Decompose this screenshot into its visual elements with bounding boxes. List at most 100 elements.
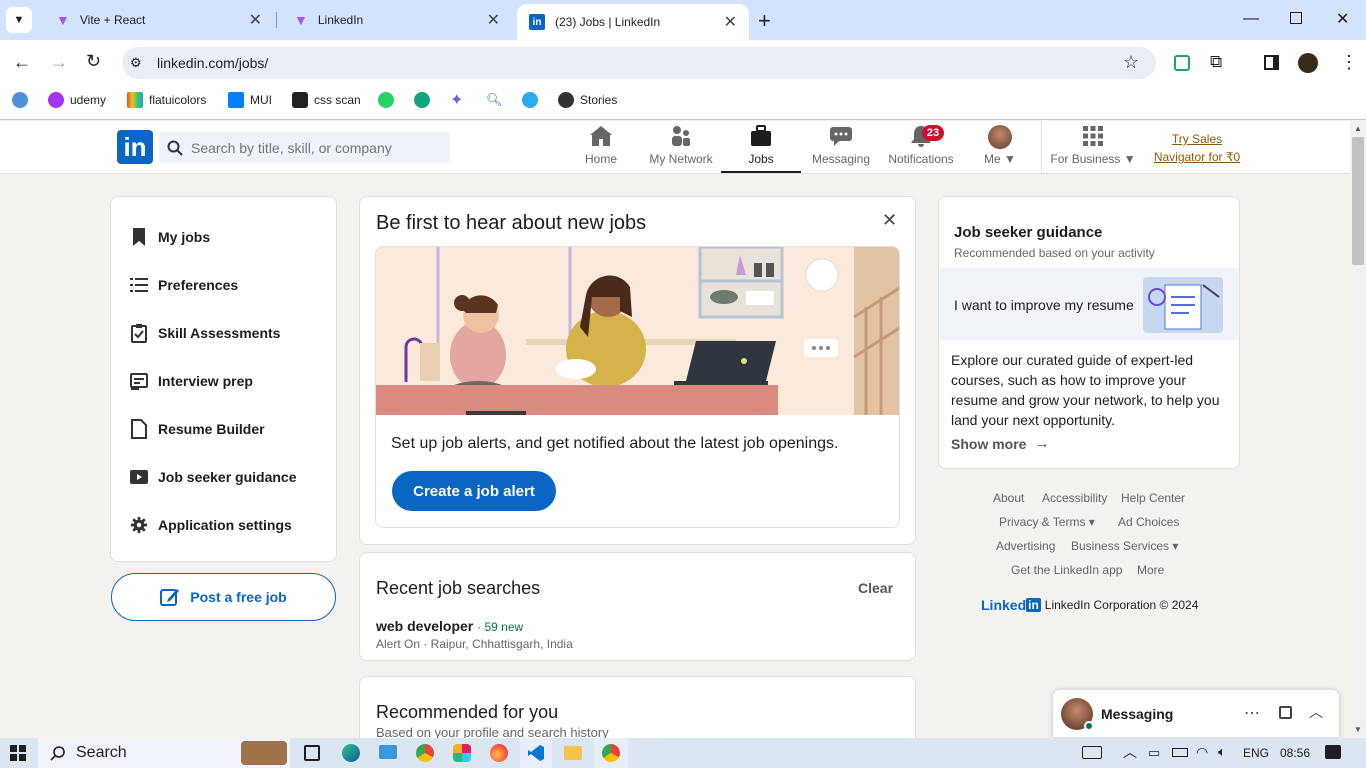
- keyboard-icon[interactable]: [1082, 746, 1102, 759]
- nav-me[interactable]: Me ▼: [980, 125, 1020, 173]
- menu-application-settings[interactable]: Application settings: [130, 515, 292, 535]
- back-button[interactable]: ←: [13, 52, 31, 73]
- create-job-alert-button[interactable]: Create a job alert: [392, 471, 556, 511]
- wifi-icon[interactable]: ◠: [1196, 744, 1208, 761]
- guidance-subtitle: Recommended based on your activity: [954, 246, 1155, 260]
- bookmark-gemini[interactable]: ✦: [450, 86, 463, 114]
- show-hidden-icons-icon[interactable]: ︿: [1123, 742, 1137, 762]
- windows-start-icon[interactable]: [10, 745, 26, 761]
- extensions-puzzle-icon[interactable]: ⧉: [1210, 52, 1222, 72]
- footer-privacy-terms[interactable]: Privacy & Terms ▾: [999, 515, 1095, 529]
- menu-preferences[interactable]: Preferences: [130, 275, 238, 295]
- meet-now-icon[interactable]: ▭: [1148, 745, 1160, 761]
- dismiss-close-icon[interactable]: ✕: [882, 210, 897, 231]
- battery-icon[interactable]: [1172, 748, 1188, 757]
- more-menu-icon[interactable]: ⋮: [1340, 52, 1358, 73]
- restore-button[interactable]: [1290, 12, 1302, 24]
- close-icon[interactable]: ✕: [249, 10, 262, 30]
- chrome-active-icon[interactable]: [594, 738, 628, 768]
- footer-business-services[interactable]: Business Services ▾: [1071, 539, 1178, 553]
- footer-accessibility[interactable]: Accessibility: [1042, 491, 1107, 505]
- nav-for-business[interactable]: For Business ▼: [1050, 125, 1136, 173]
- clock[interactable]: 08:56: [1280, 746, 1310, 760]
- language-indicator[interactable]: ENG: [1243, 746, 1269, 760]
- browser-tab-3[interactable]: in (23) Jobs | LinkedIn ✕: [517, 4, 749, 40]
- omnibox[interactable]: [122, 47, 1156, 79]
- vscode-icon[interactable]: [520, 738, 552, 768]
- compose-icon[interactable]: [1279, 706, 1292, 719]
- premium-upsell-link[interactable]: Try Sales Navigator for ₹0: [1150, 130, 1244, 166]
- chrome-icon[interactable]: [416, 744, 434, 762]
- file-explorer-icon[interactable]: [564, 746, 582, 760]
- clear-button[interactable]: Clear: [858, 580, 893, 596]
- minimize-button[interactable]: —: [1243, 10, 1259, 28]
- forward-button[interactable]: →: [50, 52, 68, 73]
- footer-about[interactable]: About: [993, 491, 1024, 505]
- notification-center-icon[interactable]: [1325, 745, 1341, 759]
- bookmark-flatuicolors[interactable]: flatuicolors: [127, 86, 206, 114]
- nav-jobs[interactable]: Jobs: [721, 125, 801, 173]
- bookmark-search[interactable]: 🔍︎: [486, 86, 503, 114]
- new-tab-button[interactable]: +: [758, 8, 771, 34]
- search-input[interactable]: [191, 139, 431, 156]
- extension-green-icon[interactable]: [1174, 55, 1190, 71]
- bookmark-css-scan[interactable]: css scan: [292, 86, 361, 114]
- job-alert-title: Be first to hear about new jobs: [376, 212, 647, 234]
- sidepanel-icon[interactable]: [1264, 55, 1279, 70]
- profile-avatar[interactable]: [1298, 53, 1318, 73]
- reload-button[interactable]: ↻: [86, 51, 101, 72]
- slack-icon[interactable]: [453, 744, 471, 762]
- bookmark-whatsapp[interactable]: [378, 86, 400, 114]
- close-icon[interactable]: ✕: [487, 10, 500, 30]
- tab-separator: [276, 12, 277, 28]
- volume-icon[interactable]: 🔈︎: [1218, 744, 1226, 760]
- menu-job-seeker-guidance[interactable]: Job seeker guidance: [130, 467, 297, 487]
- more-options-icon[interactable]: ⋯: [1244, 703, 1260, 723]
- footer-help-center[interactable]: Help Center: [1121, 491, 1185, 505]
- bookmark-stories[interactable]: Stories: [558, 86, 617, 114]
- tab-list-button[interactable]: ▼: [6, 7, 32, 33]
- list-icon: [130, 278, 148, 292]
- nav-my-network[interactable]: My Network: [646, 125, 716, 173]
- bookmark-star-icon[interactable]: ☆: [1123, 52, 1139, 73]
- nav-notifications[interactable]: Notifications: [884, 125, 958, 173]
- task-view-icon[interactable]: [304, 745, 320, 761]
- url-text[interactable]: linkedin.com/jobs/: [157, 55, 268, 71]
- grid-icon: [1083, 126, 1103, 146]
- nav-messaging[interactable]: Messaging: [808, 125, 874, 173]
- menu-my-jobs[interactable]: My jobs: [130, 227, 210, 247]
- close-icon[interactable]: ✕: [724, 12, 737, 32]
- remote-desktop-icon[interactable]: [379, 745, 397, 759]
- browser-tab-1[interactable]: ▼ Vite + React ✕: [44, 0, 274, 40]
- scrollbar-thumb[interactable]: [1352, 137, 1364, 265]
- job-search-box[interactable]: [159, 132, 450, 163]
- linkedin-logo[interactable]: in: [117, 130, 153, 164]
- footer-advertising[interactable]: Advertising: [996, 539, 1055, 553]
- bookmark-udemy[interactable]: udemy: [48, 86, 106, 114]
- recent-search-item[interactable]: web developer · 59 new: [376, 618, 523, 634]
- edge-icon[interactable]: [342, 744, 360, 762]
- footer-ad-choices[interactable]: Ad Choices: [1118, 515, 1179, 529]
- show-more-link[interactable]: Show more →: [951, 435, 1049, 452]
- close-window-button[interactable]: ✕: [1336, 9, 1349, 29]
- firefox-icon[interactable]: [490, 744, 508, 762]
- bookmark-mui[interactable]: MUI: [228, 86, 272, 114]
- bookmark-telegram[interactable]: [522, 86, 544, 114]
- taskbar-search[interactable]: Search: [38, 738, 290, 768]
- scroll-up-arrow[interactable]: ▲: [1354, 124, 1362, 133]
- menu-interview-prep[interactable]: Interview prep: [130, 371, 253, 391]
- nav-home[interactable]: Home: [576, 125, 626, 173]
- chevron-up-icon[interactable]: ︿: [1309, 702, 1323, 722]
- post-free-job-button[interactable]: Post a free job: [111, 573, 336, 621]
- site-info-icon[interactable]: ⚙: [130, 55, 142, 71]
- menu-resume-builder[interactable]: Resume Builder: [130, 419, 265, 439]
- bookmark-chatgpt[interactable]: [414, 86, 436, 114]
- menu-label: Skill Assessments: [158, 325, 281, 341]
- scroll-down-arrow[interactable]: ▼: [1354, 725, 1362, 734]
- footer-get-app[interactable]: Get the LinkedIn app: [1011, 563, 1122, 577]
- menu-skill-assessments[interactable]: Skill Assessments: [130, 323, 280, 343]
- browser-tab-2[interactable]: ▼ LinkedIn ✕: [282, 0, 512, 40]
- footer-more[interactable]: More: [1137, 563, 1164, 577]
- bookmark-item[interactable]: [12, 86, 34, 114]
- messaging-dock[interactable]: [1052, 689, 1340, 738]
